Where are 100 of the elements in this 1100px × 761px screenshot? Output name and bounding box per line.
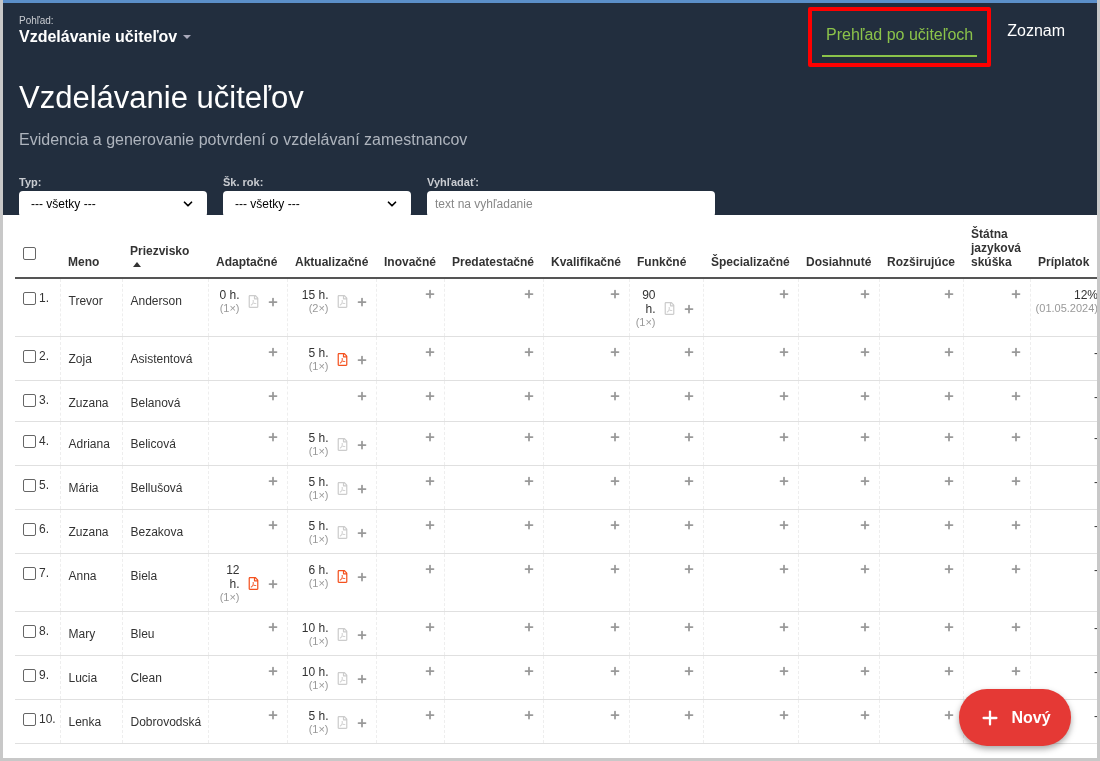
checkbox[interactable]	[23, 668, 36, 682]
add-icon[interactable]	[522, 563, 535, 575]
add-icon[interactable]	[858, 431, 871, 443]
add-icon[interactable]	[777, 621, 790, 633]
add-icon[interactable]	[942, 390, 955, 402]
add-icon[interactable]	[1009, 621, 1022, 633]
add-icon[interactable]	[608, 563, 621, 575]
column-header[interactable]: Funkčné	[637, 255, 687, 269]
pdf-file-icon[interactable]	[336, 482, 348, 495]
add-icon[interactable]	[266, 709, 279, 721]
pdf-file-icon[interactable]	[336, 438, 348, 451]
add-icon[interactable]	[942, 563, 955, 575]
add-icon[interactable]	[522, 621, 535, 633]
add-icon[interactable]	[1009, 288, 1022, 300]
add-icon[interactable]	[266, 665, 279, 677]
add-icon[interactable]	[682, 390, 695, 402]
add-icon[interactable]	[266, 431, 279, 443]
add-icon[interactable]	[858, 288, 871, 300]
pdf-file-icon[interactable]	[247, 295, 259, 308]
add-icon[interactable]	[608, 665, 621, 677]
add-icon[interactable]	[608, 288, 621, 300]
column-header[interactable]: Adaptačné	[216, 255, 278, 269]
add-icon[interactable]	[1009, 519, 1022, 531]
add-icon[interactable]	[266, 621, 279, 633]
add-icon[interactable]	[942, 665, 955, 677]
new-button[interactable]: Nový	[959, 689, 1071, 746]
checkbox[interactable]	[23, 434, 36, 448]
pdf-file-icon[interactable]	[336, 353, 348, 366]
add-icon[interactable]	[777, 475, 790, 487]
add-icon[interactable]	[682, 665, 695, 677]
pdf-file-icon[interactable]	[336, 628, 348, 641]
checkbox[interactable]	[23, 712, 36, 726]
column-header[interactable]: Špecializačné	[711, 255, 790, 269]
add-icon[interactable]	[423, 288, 436, 300]
filter-select[interactable]: --- všetky ---	[19, 191, 207, 217]
add-icon[interactable]	[522, 519, 535, 531]
add-icon[interactable]	[266, 295, 279, 308]
search-field[interactable]: text na vyhľadanie	[427, 191, 715, 217]
checkbox[interactable]	[23, 624, 36, 638]
add-icon[interactable]	[1009, 475, 1022, 487]
add-icon[interactable]	[942, 475, 955, 487]
view-tab[interactable]: Zoznam	[1003, 7, 1069, 53]
add-icon[interactable]	[682, 302, 695, 315]
add-icon[interactable]	[608, 709, 621, 721]
add-icon[interactable]	[682, 475, 695, 487]
add-icon[interactable]	[1009, 390, 1022, 402]
add-icon[interactable]	[942, 346, 955, 358]
pdf-file-icon[interactable]	[336, 526, 348, 539]
add-icon[interactable]	[355, 716, 368, 729]
add-icon[interactable]	[682, 621, 695, 633]
add-icon[interactable]	[777, 390, 790, 402]
add-icon[interactable]	[777, 431, 790, 443]
add-icon[interactable]	[423, 621, 436, 633]
column-header[interactable]: Štátna jazyková skúška	[971, 227, 1022, 269]
checkbox[interactable]	[23, 291, 36, 305]
add-icon[interactable]	[608, 390, 621, 402]
add-icon[interactable]	[522, 431, 535, 443]
add-icon[interactable]	[942, 288, 955, 300]
column-header[interactable]: Inovačné	[384, 255, 437, 269]
add-icon[interactable]	[682, 346, 695, 358]
add-icon[interactable]	[522, 390, 535, 402]
add-icon[interactable]	[355, 672, 368, 685]
checkbox[interactable]	[23, 566, 36, 580]
add-icon[interactable]	[942, 621, 955, 633]
add-icon[interactable]	[942, 709, 955, 721]
add-icon[interactable]	[777, 665, 790, 677]
add-icon[interactable]	[522, 288, 535, 300]
add-icon[interactable]	[608, 346, 621, 358]
add-icon[interactable]	[522, 346, 535, 358]
add-icon[interactable]	[266, 346, 279, 358]
add-icon[interactable]	[1009, 665, 1022, 677]
add-icon[interactable]	[423, 563, 436, 575]
add-icon[interactable]	[423, 431, 436, 443]
add-icon[interactable]	[355, 295, 368, 308]
add-icon[interactable]	[423, 709, 436, 721]
add-icon[interactable]	[266, 475, 279, 487]
add-icon[interactable]	[355, 438, 368, 451]
add-icon[interactable]	[355, 353, 368, 366]
add-icon[interactable]	[522, 665, 535, 677]
column-header[interactable]: Rozširujúce	[887, 255, 955, 269]
add-icon[interactable]	[423, 390, 436, 402]
checkbox[interactable]	[23, 349, 36, 363]
pdf-file-icon[interactable]	[247, 577, 259, 590]
add-icon[interactable]	[608, 475, 621, 487]
column-header[interactable]: Meno	[68, 255, 100, 269]
add-icon[interactable]	[682, 431, 695, 443]
add-icon[interactable]	[777, 519, 790, 531]
pdf-file-icon[interactable]	[663, 302, 675, 315]
add-icon[interactable]	[266, 519, 279, 531]
add-icon[interactable]	[522, 709, 535, 721]
view-tab[interactable]: Prehľad po učiteľoch	[822, 11, 978, 57]
add-icon[interactable]	[858, 709, 871, 721]
add-icon[interactable]	[423, 346, 436, 358]
add-icon[interactable]	[355, 390, 368, 402]
pdf-file-icon[interactable]	[336, 295, 348, 308]
add-icon[interactable]	[423, 665, 436, 677]
filter-select[interactable]: --- všetky ---	[223, 191, 411, 217]
add-icon[interactable]	[858, 390, 871, 402]
add-icon[interactable]	[682, 709, 695, 721]
checkbox[interactable]	[23, 478, 36, 492]
